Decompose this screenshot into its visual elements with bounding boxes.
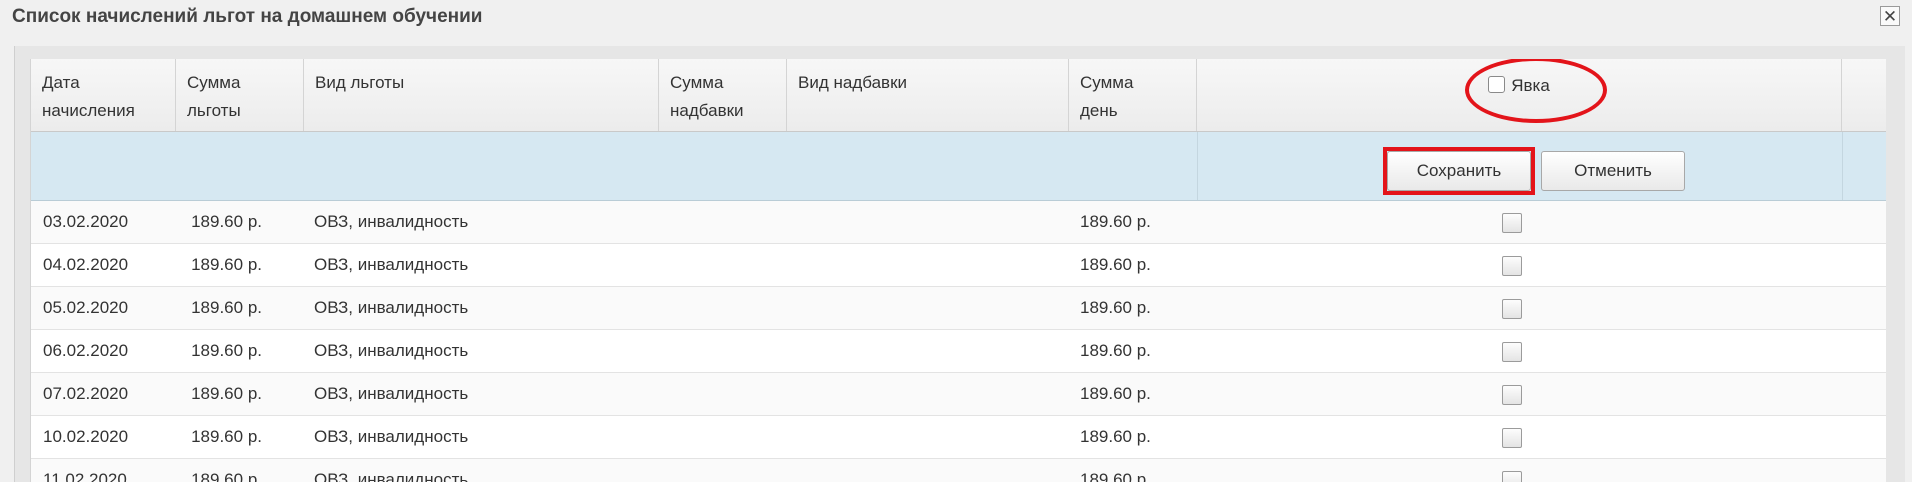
annotation-circle xyxy=(1465,59,1607,123)
cell-benefit-sum: 189.60 р. xyxy=(191,384,262,403)
window-title: Список начислений льгот на домашнем обуч… xyxy=(12,6,483,27)
cell-date: 11.02.2020 xyxy=(43,470,127,482)
column-header-day-sum[interactable]: Сумма день xyxy=(1069,59,1197,131)
window-titlebar: Список начислений льгот на домашнем обуч… xyxy=(0,0,1912,38)
cell-benefit-type: ОВЗ, инвалидность xyxy=(314,470,469,482)
cell-benefit-sum: 189.60 р. xyxy=(191,255,262,274)
attendance-checkbox[interactable] xyxy=(1502,256,1522,276)
column-header-benefit-type[interactable]: Вид льготы xyxy=(304,59,659,131)
table-header: Дата начисления Сумма льготы Вид льготы … xyxy=(31,59,1886,132)
cell-day-sum: 189.60 р. xyxy=(1080,298,1151,317)
table-row[interactable]: 04.02.2020 189.60 р. ОВЗ, инвалидность 1… xyxy=(31,244,1886,287)
column-header-date[interactable]: Дата начисления xyxy=(31,59,176,131)
cell-date: 05.02.2020 xyxy=(43,298,129,317)
cell-day-sum: 189.60 р. xyxy=(1080,212,1151,231)
cell-day-sum: 189.60 р. xyxy=(1080,384,1151,403)
attendance-checkbox[interactable] xyxy=(1502,471,1522,482)
content-panel: Дата начисления Сумма льготы Вид льготы … xyxy=(14,46,1905,482)
cell-day-sum: 189.60 р. xyxy=(1080,470,1151,482)
cell-date: 03.02.2020 xyxy=(43,212,129,231)
table-row[interactable]: 07.02.2020 189.60 р. ОВЗ, инвалидность 1… xyxy=(31,373,1886,416)
cell-date: 10.02.2020 xyxy=(43,427,129,446)
cell-benefit-type: ОВЗ, инвалидность xyxy=(314,341,469,360)
table-row[interactable]: 03.02.2020 189.60 р. ОВЗ, инвалидность 1… xyxy=(31,201,1886,244)
cancel-button[interactable]: Отменить xyxy=(1541,151,1685,191)
cell-benefit-sum: 189.60 р. xyxy=(191,427,262,446)
table-row[interactable]: 05.02.2020 189.60 р. ОВЗ, инвалидность 1… xyxy=(31,287,1886,330)
cell-benefit-type: ОВЗ, инвалидность xyxy=(314,384,469,403)
cell-date: 06.02.2020 xyxy=(43,341,129,360)
cell-day-sum: 189.60 р. xyxy=(1080,427,1151,446)
cell-benefit-sum: 189.60 р. xyxy=(191,341,262,360)
attendance-checkbox[interactable] xyxy=(1502,385,1522,405)
cell-day-sum: 189.60 р. xyxy=(1080,341,1151,360)
toolbar-divider xyxy=(1197,132,1198,200)
column-header-benefit-sum[interactable]: Сумма льготы xyxy=(176,59,304,131)
cell-benefit-sum: 189.60 р. xyxy=(191,212,262,231)
attendance-checkbox[interactable] xyxy=(1502,342,1522,362)
cell-date: 04.02.2020 xyxy=(43,255,129,274)
table-row[interactable]: 11.02.2020 189.60 р. ОВЗ, инвалидность 1… xyxy=(31,459,1886,482)
attendance-checkbox[interactable] xyxy=(1502,213,1522,233)
cell-benefit-type: ОВЗ, инвалидность xyxy=(314,298,469,317)
column-header-bonus-sum[interactable]: Сумма надбавки xyxy=(659,59,787,131)
cell-date: 07.02.2020 xyxy=(43,384,129,403)
cell-benefit-type: ОВЗ, инвалидность xyxy=(314,255,469,274)
cell-benefit-type: ОВЗ, инвалидность xyxy=(314,427,469,446)
annotation-rectangle xyxy=(1383,147,1535,195)
accruals-table: Дата начисления Сумма льготы Вид льготы … xyxy=(30,59,1886,482)
cell-benefit-sum: 189.60 р. xyxy=(191,298,262,317)
close-icon[interactable]: ✕ xyxy=(1880,6,1900,26)
toolbar-divider xyxy=(1842,132,1843,200)
attendance-checkbox[interactable] xyxy=(1502,299,1522,319)
cell-benefit-type: ОВЗ, инвалидность xyxy=(314,212,469,231)
cell-benefit-sum: 189.60 р. xyxy=(191,470,262,482)
attendance-checkbox[interactable] xyxy=(1502,428,1522,448)
table-row[interactable]: 06.02.2020 189.60 р. ОВЗ, инвалидность 1… xyxy=(31,330,1886,373)
column-header-spacer xyxy=(1842,59,1886,131)
table-row[interactable]: 10.02.2020 189.60 р. ОВЗ, инвалидность 1… xyxy=(31,416,1886,459)
column-header-bonus-type[interactable]: Вид надбавки xyxy=(787,59,1069,131)
cell-day-sum: 189.60 р. xyxy=(1080,255,1151,274)
